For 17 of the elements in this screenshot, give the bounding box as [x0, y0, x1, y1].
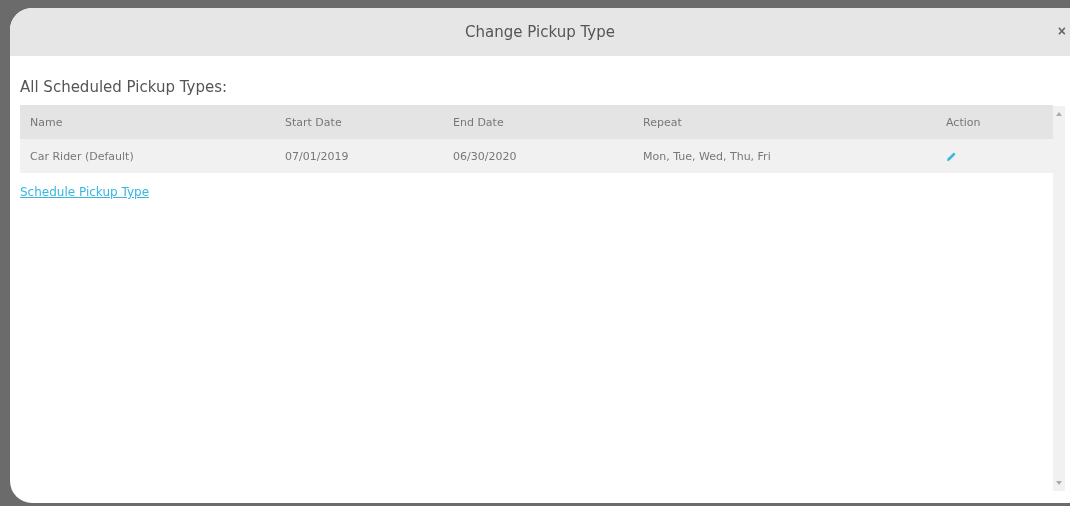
column-header: End Date	[443, 105, 633, 139]
pencil-icon[interactable]	[946, 150, 957, 162]
column-header: Repeat	[633, 105, 936, 139]
schedule-link[interactable]: Schedule Pickup Type	[20, 185, 150, 199]
column-header: Start Date	[275, 105, 443, 139]
section-title: All Scheduled Pickup Types:	[20, 78, 229, 96]
close-button[interactable]: ×	[1055, 23, 1068, 39]
scrollbar[interactable]	[1053, 106, 1065, 491]
table-cell: Mon, Tue, Wed, Thu, Fri	[633, 139, 936, 173]
table-cell: 07/01/2019	[275, 139, 443, 173]
scroll-up-icon[interactable]	[1056, 112, 1062, 116]
table-cell: 06/30/2020	[443, 139, 633, 173]
scroll-down-icon[interactable]	[1056, 481, 1062, 485]
table-cell: Car Rider (Default)	[20, 139, 275, 173]
column-header: Name	[20, 105, 275, 139]
dialog-title: Change Pickup Type	[465, 23, 615, 41]
column-header: Action	[936, 105, 1053, 139]
